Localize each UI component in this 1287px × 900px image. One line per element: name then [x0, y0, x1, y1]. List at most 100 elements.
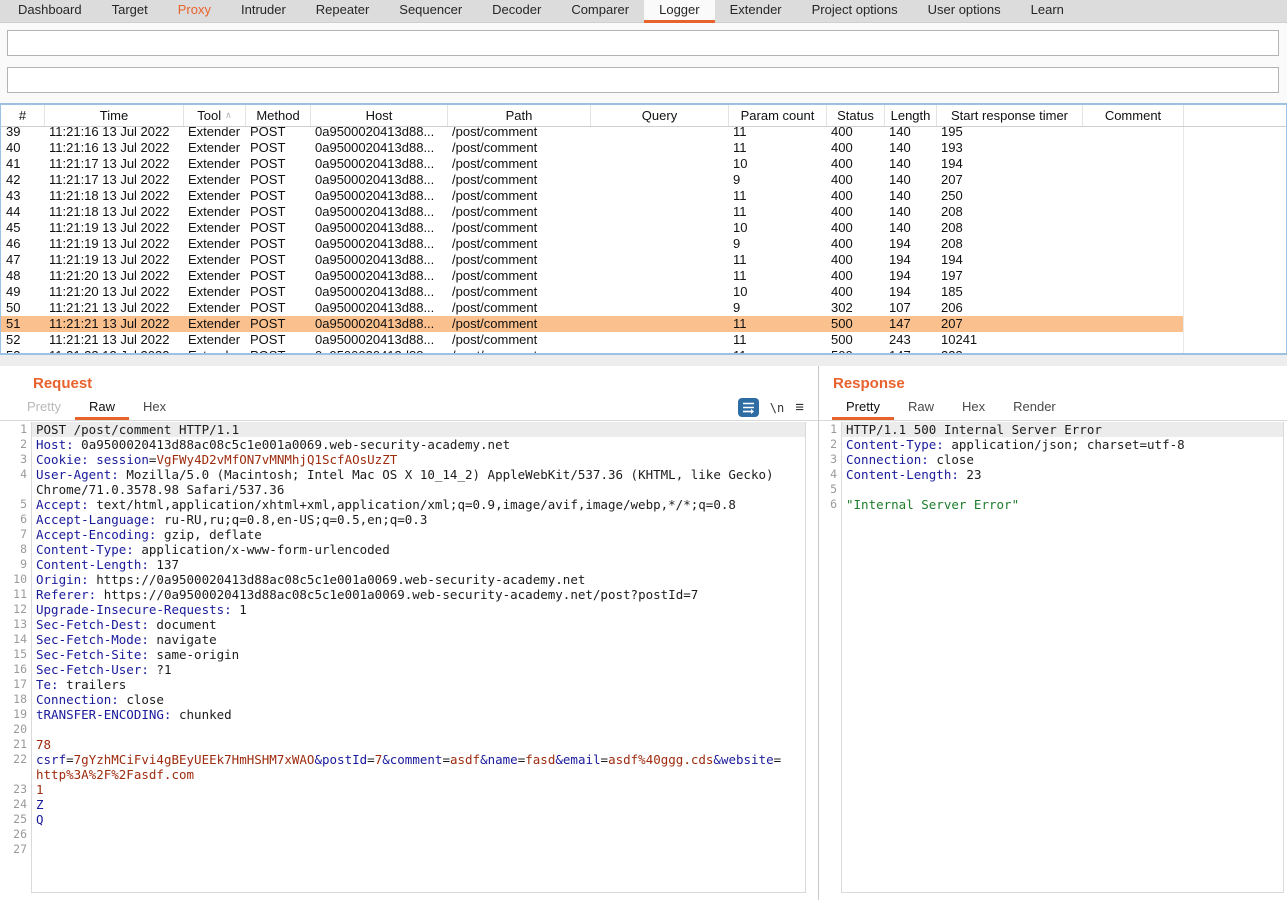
line-number: 14: [8, 632, 31, 647]
code-line: Accept: text/html,application/xhtml+xml,…: [32, 497, 805, 512]
response-editor[interactable]: 123456 HTTP/1.1 500 Internal Server Erro…: [821, 422, 1284, 893]
log-table-body: 3911:21:16 13 Jul 2022ExtenderPOST0a9500…: [1, 127, 1286, 353]
cell-start-response-timer: 195: [937, 127, 1083, 140]
line-number: 27: [8, 842, 31, 857]
column-header-length[interactable]: Length: [885, 105, 937, 126]
cell-path: /post/comment: [448, 316, 591, 332]
line-number: 12: [8, 602, 31, 617]
horizontal-splitter[interactable]: [0, 355, 1287, 366]
response-tab-hex[interactable]: Hex: [948, 396, 999, 420]
cell-status: 400: [827, 204, 885, 220]
capture-filter-bar[interactable]: Capture filter: Logger memory limit set …: [7, 30, 1279, 56]
request-editor[interactable]: 1234567891011121314151617181920212223242…: [8, 422, 806, 893]
cell-query: [591, 140, 729, 156]
column-header-comment[interactable]: Comment: [1083, 105, 1184, 126]
cell-start-response-timer: 185: [937, 284, 1083, 300]
code-line: Content-Length: 23: [842, 467, 1283, 482]
menu-tab-target[interactable]: Target: [97, 0, 163, 23]
line-number: 5: [8, 497, 31, 512]
request-editor-icons: \n ≡: [738, 398, 818, 420]
newline-icon[interactable]: \n: [770, 401, 784, 415]
menu-tab-decoder[interactable]: Decoder: [477, 0, 556, 23]
table-row[interactable]: 5311:21:22 13 Jul 2022ExtenderPOST0a9500…: [1, 348, 1184, 353]
table-row[interactable]: 3911:21:16 13 Jul 2022ExtenderPOST0a9500…: [1, 127, 1184, 140]
column-header-host[interactable]: Host: [311, 105, 448, 126]
response-tab-raw[interactable]: Raw: [894, 396, 948, 420]
code-line: Accept-Language: ru-RU,ru;q=0.8,en-US;q=…: [32, 512, 805, 527]
request-tab-raw[interactable]: Raw: [75, 396, 129, 420]
code-line: Q: [32, 812, 805, 827]
cell-tool: Extender: [184, 252, 246, 268]
cell-method: POST: [246, 332, 311, 348]
code-line: User-Agent: Mozilla/5.0 (Macintosh; Inte…: [32, 467, 805, 482]
cell-param-count: 11: [729, 268, 827, 284]
menu-tab-proxy[interactable]: Proxy: [163, 0, 226, 23]
menu-tab-repeater[interactable]: Repeater: [301, 0, 384, 23]
menu-tab-learn[interactable]: Learn: [1016, 0, 1079, 23]
cell-param-count: 11: [729, 348, 827, 353]
table-row[interactable]: 4711:21:19 13 Jul 2022ExtenderPOST0a9500…: [1, 252, 1184, 268]
menu-tab-project-options[interactable]: Project options: [797, 0, 913, 23]
cell-start-response-timer: 10241: [937, 332, 1083, 348]
cell-comment: [1083, 172, 1184, 188]
cell-comment: [1083, 204, 1184, 220]
column-header-time[interactable]: Time: [45, 105, 184, 126]
menu-tab-extender[interactable]: Extender: [715, 0, 797, 23]
menu-tab-sequencer[interactable]: Sequencer: [384, 0, 477, 23]
cell-time: 11:21:19 13 Jul 2022: [45, 236, 184, 252]
cell-path: /post/comment: [448, 284, 591, 300]
column-header-blank[interactable]: #: [1, 105, 45, 126]
menu-tab-dashboard[interactable]: Dashboard: [3, 0, 97, 23]
table-row[interactable]: 4511:21:19 13 Jul 2022ExtenderPOST0a9500…: [1, 220, 1184, 236]
column-header-method[interactable]: Method: [246, 105, 311, 126]
cell-blank: 50: [1, 300, 45, 316]
line-number: 4: [8, 467, 31, 482]
menu-tab-logger[interactable]: Logger: [644, 0, 714, 23]
table-row[interactable]: 4011:21:16 13 Jul 2022ExtenderPOST0a9500…: [1, 140, 1184, 156]
cell-host: 0a9500020413d88...: [311, 268, 448, 284]
menu-tab-intruder[interactable]: Intruder: [226, 0, 301, 23]
cell-comment: [1083, 332, 1184, 348]
code-line: Upgrade-Insecure-Requests: 1: [32, 602, 805, 617]
request-tab-hex[interactable]: Hex: [129, 396, 180, 420]
cell-path: /post/comment: [448, 300, 591, 316]
column-header-query[interactable]: Query: [591, 105, 729, 126]
column-header-tool[interactable]: Tool∧: [184, 105, 246, 126]
table-row[interactable]: 4411:21:18 13 Jul 2022ExtenderPOST0a9500…: [1, 204, 1184, 220]
table-row[interactable]: 5211:21:21 13 Jul 2022ExtenderPOST0a9500…: [1, 332, 1184, 348]
code-line: Content-Length: 137: [32, 557, 805, 572]
column-header-path[interactable]: Path: [448, 105, 591, 126]
cell-time: 11:21:19 13 Jul 2022: [45, 220, 184, 236]
cell-start-response-timer: 207: [937, 316, 1083, 332]
menu-tab-user-options[interactable]: User options: [913, 0, 1016, 23]
cell-query: [591, 332, 729, 348]
column-header-spacer[interactable]: [1184, 105, 1287, 126]
cell-tool: Extender: [184, 284, 246, 300]
editor-menu-icon[interactable]: ≡: [795, 401, 804, 415]
cell-length: 140: [885, 204, 937, 220]
cell-time: 11:21:20 13 Jul 2022: [45, 284, 184, 300]
table-row[interactable]: 4811:21:20 13 Jul 2022ExtenderPOST0a9500…: [1, 268, 1184, 284]
word-wrap-icon[interactable]: [738, 398, 759, 417]
cell-comment: [1083, 127, 1184, 140]
cell-query: [591, 127, 729, 140]
cell-comment: [1083, 316, 1184, 332]
response-tab-render[interactable]: Render: [999, 396, 1070, 420]
column-header-status[interactable]: Status: [827, 105, 885, 126]
table-row[interactable]: 4311:21:18 13 Jul 2022ExtenderPOST0a9500…: [1, 188, 1184, 204]
table-row[interactable]: 5011:21:21 13 Jul 2022ExtenderPOST0a9500…: [1, 300, 1184, 316]
column-header-start-response-timer[interactable]: Start response timer: [937, 105, 1083, 126]
table-row[interactable]: 4911:21:20 13 Jul 2022ExtenderPOST0a9500…: [1, 284, 1184, 300]
code-line: 1: [32, 782, 805, 797]
cell-method: POST: [246, 188, 311, 204]
response-tab-pretty[interactable]: Pretty: [832, 396, 894, 420]
column-header-param-count[interactable]: Param count: [729, 105, 827, 126]
table-row[interactable]: 4211:21:17 13 Jul 2022ExtenderPOST0a9500…: [1, 172, 1184, 188]
table-row[interactable]: 4611:21:19 13 Jul 2022ExtenderPOST0a9500…: [1, 236, 1184, 252]
cell-path: /post/comment: [448, 156, 591, 172]
table-row[interactable]: 5111:21:21 13 Jul 2022ExtenderPOST0a9500…: [1, 316, 1184, 332]
view-filter-bar[interactable]: View filter: Showing all items: [7, 67, 1279, 93]
code-line: Origin: https://0a9500020413d88ac08c5c1e…: [32, 572, 805, 587]
table-row[interactable]: 4111:21:17 13 Jul 2022ExtenderPOST0a9500…: [1, 156, 1184, 172]
menu-tab-comparer[interactable]: Comparer: [556, 0, 644, 23]
